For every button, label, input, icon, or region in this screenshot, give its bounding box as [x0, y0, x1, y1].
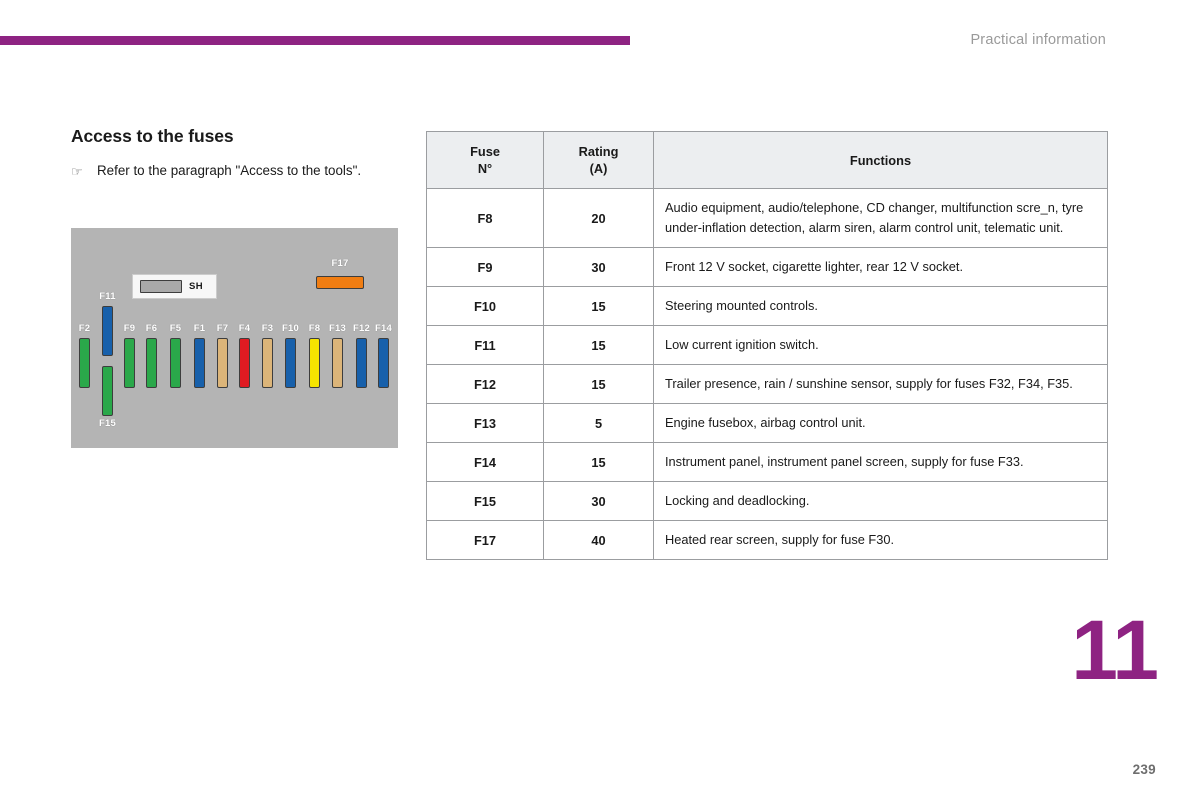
fuse-f8 — [309, 338, 320, 388]
table-row: F17 40 Heated rear screen, supply for fuse… — [426, 520, 1108, 560]
cell-fuse-number: F12 — [426, 364, 544, 404]
cell-functions: Trailer presence, rain / sunshine sensor… — [653, 364, 1108, 404]
table-body: F8 20 Audio equipment, audio/telephone, CD… — [426, 188, 1108, 560]
cell-functions: Instrument panel, instrument panel scree… — [653, 442, 1108, 482]
fuse-f12 — [356, 338, 367, 388]
fuse-f1 — [194, 338, 205, 388]
cell-fuse-number: F9 — [426, 247, 544, 287]
fuse-label-f15: F15 — [99, 418, 116, 429]
cell-rating: 15 — [543, 325, 654, 365]
cell-fuse-number: F14 — [426, 442, 544, 482]
access-to-fuses-section: Access to the fuses ☞ Refer to the parag… — [71, 126, 401, 181]
column-header-rating-line2: (A) — [589, 161, 608, 176]
fuse-label-f14: F14 — [375, 323, 392, 334]
cell-fuse-number: F10 — [426, 286, 544, 326]
list-item-label: Refer to the paragraph "Access to the to… — [97, 163, 362, 178]
fuse-f4 — [239, 338, 250, 388]
fusebox-diagram: F2 F9 F6 F5 F1 F7 F4 F3 F10 F8 F13 F12 F14 F11 F15 F17 — [71, 228, 398, 448]
fuse-label-f2: F2 — [78, 323, 91, 334]
cell-rating: 30 — [543, 247, 654, 287]
fuse-f3 — [262, 338, 273, 388]
fuse-f15 — [102, 366, 113, 416]
cell-functions: Low current ignition switch. — [653, 325, 1108, 365]
table-header-row: Fuse N° Rating (A) Functions — [426, 131, 1108, 189]
fuse-f9 — [124, 338, 135, 388]
cell-functions: Front 12 V socket, cigarette lighter, re… — [653, 247, 1108, 287]
cell-rating: 15 — [543, 364, 654, 404]
column-header-rating-line1: Rating — [578, 144, 619, 159]
column-header-fuse-line2: N° — [477, 161, 493, 176]
cell-fuse-number: F11 — [426, 325, 544, 365]
chapter-number: 11 — [1071, 603, 1159, 697]
table-row: F11 15 Low current ignition switch. — [426, 325, 1108, 365]
relay-sh-label: SH — [189, 281, 203, 292]
table-row: F8 20 Audio equipment, audio/telephone, CD… — [426, 188, 1108, 248]
column-header-functions: Functions — [653, 131, 1108, 189]
cell-rating: 15 — [543, 286, 654, 326]
relay-chip-icon — [140, 280, 182, 293]
cell-fuse-number: F15 — [426, 481, 544, 521]
cell-rating: 15 — [543, 442, 654, 482]
cell-fuse-number: F13 — [426, 403, 544, 443]
cell-functions: Audio equipment, audio/telephone, CD cha… — [653, 188, 1108, 248]
header-accent-bar — [0, 36, 630, 45]
page-title: Access to the fuses — [71, 126, 234, 146]
table-row: F10 15 Steering mounted controls. — [426, 286, 1108, 326]
fuse-label-f17: F17 — [331, 258, 349, 269]
cell-functions: Locking and deadlocking. — [653, 481, 1108, 521]
fuse-rating-table: Fuse N° Rating (A) Functions F8 20 Audio e… — [426, 131, 1108, 560]
fuse-f6 — [146, 338, 157, 388]
table-row: F12 15 Trailer presence, rain / sunshine s… — [426, 364, 1108, 404]
table-row: F15 30 Locking and deadlocking. — [426, 481, 1108, 521]
fuse-f11 — [102, 306, 113, 356]
cell-functions: Heated rear screen, supply for fuse F30. — [653, 520, 1108, 560]
column-header-fuse-line1: Fuse — [470, 144, 500, 159]
table-row: F14 15 Instrument panel, instrument panel … — [426, 442, 1108, 482]
table-row: F13 5 Engine fusebox, airbag control unit. — [426, 403, 1108, 443]
running-head: Practical information — [970, 32, 1106, 48]
page-number: 239 — [1132, 762, 1156, 777]
cell-rating: 20 — [543, 188, 654, 248]
cell-functions: Engine fusebox, airbag control unit. — [653, 403, 1108, 443]
relay-sh-module: SH — [132, 274, 217, 299]
list-item: ☞ Refer to the paragraph "Access to the … — [71, 161, 401, 181]
cell-rating: 5 — [543, 403, 654, 443]
cell-rating: 40 — [543, 520, 654, 560]
cell-rating: 30 — [543, 481, 654, 521]
table-row: F9 30 Front 12 V socket, cigarette lighter… — [426, 247, 1108, 287]
cell-fuse-number: F17 — [426, 520, 544, 560]
cell-fuse-number: F8 — [426, 188, 544, 248]
fuse-f13 — [332, 338, 343, 388]
pointing-hand-icon: ☞ — [71, 164, 83, 179]
fuse-label-f11: F11 — [99, 291, 116, 302]
cell-functions: Steering mounted controls. — [653, 286, 1108, 326]
fuse-f7 — [217, 338, 228, 388]
fuse-f17 — [316, 276, 364, 289]
fuse-f10 — [285, 338, 296, 388]
fuse-f2 — [79, 338, 90, 388]
fuse-f14 — [378, 338, 389, 388]
column-header-rating: Rating (A) — [543, 131, 654, 189]
column-header-fuse-number: Fuse N° — [426, 131, 544, 189]
fuse-f5 — [170, 338, 181, 388]
